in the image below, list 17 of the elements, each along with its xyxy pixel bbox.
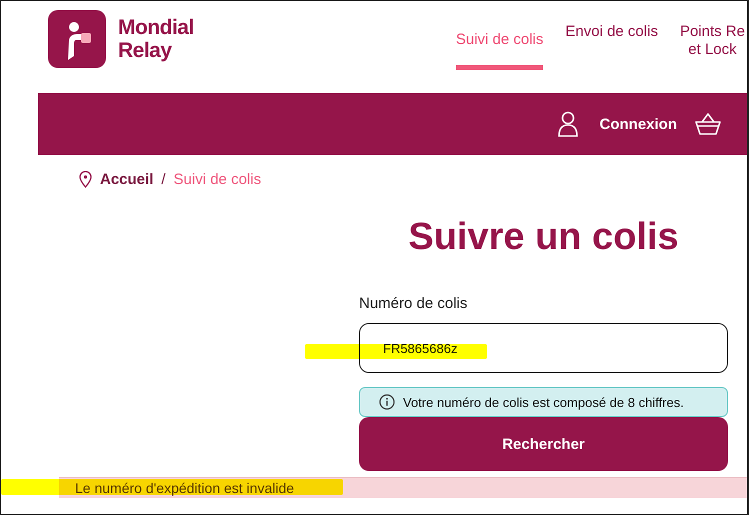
page-title: Suivre un colis [407, 216, 680, 259]
login-button[interactable]: Connexion [558, 111, 677, 137]
breadcrumb-link[interactable]: Accueil [100, 171, 154, 188]
user-icon [558, 111, 578, 137]
tracking-number-field[interactable]: FR5865686z [359, 323, 728, 373]
basket-icon[interactable] [695, 113, 721, 135]
search-button[interactable]: Rechercher [359, 417, 728, 471]
location-pin-icon [79, 171, 92, 188]
breadcrumb-separator: / [161, 171, 166, 188]
logo-text: Mondial Relay [118, 16, 194, 62]
nav-link[interactable]: Points Re et Lock [680, 23, 745, 70]
info-text: Votre numéro de colis est composé de 8 chiffres. [403, 394, 684, 410]
field-label: Numéro de colis [359, 295, 468, 312]
logo-icon [48, 10, 106, 68]
info-icon [379, 394, 395, 410]
nav-link[interactable]: Suivi de colis [456, 31, 544, 70]
nav-link[interactable]: Envoi de colis [565, 23, 658, 70]
